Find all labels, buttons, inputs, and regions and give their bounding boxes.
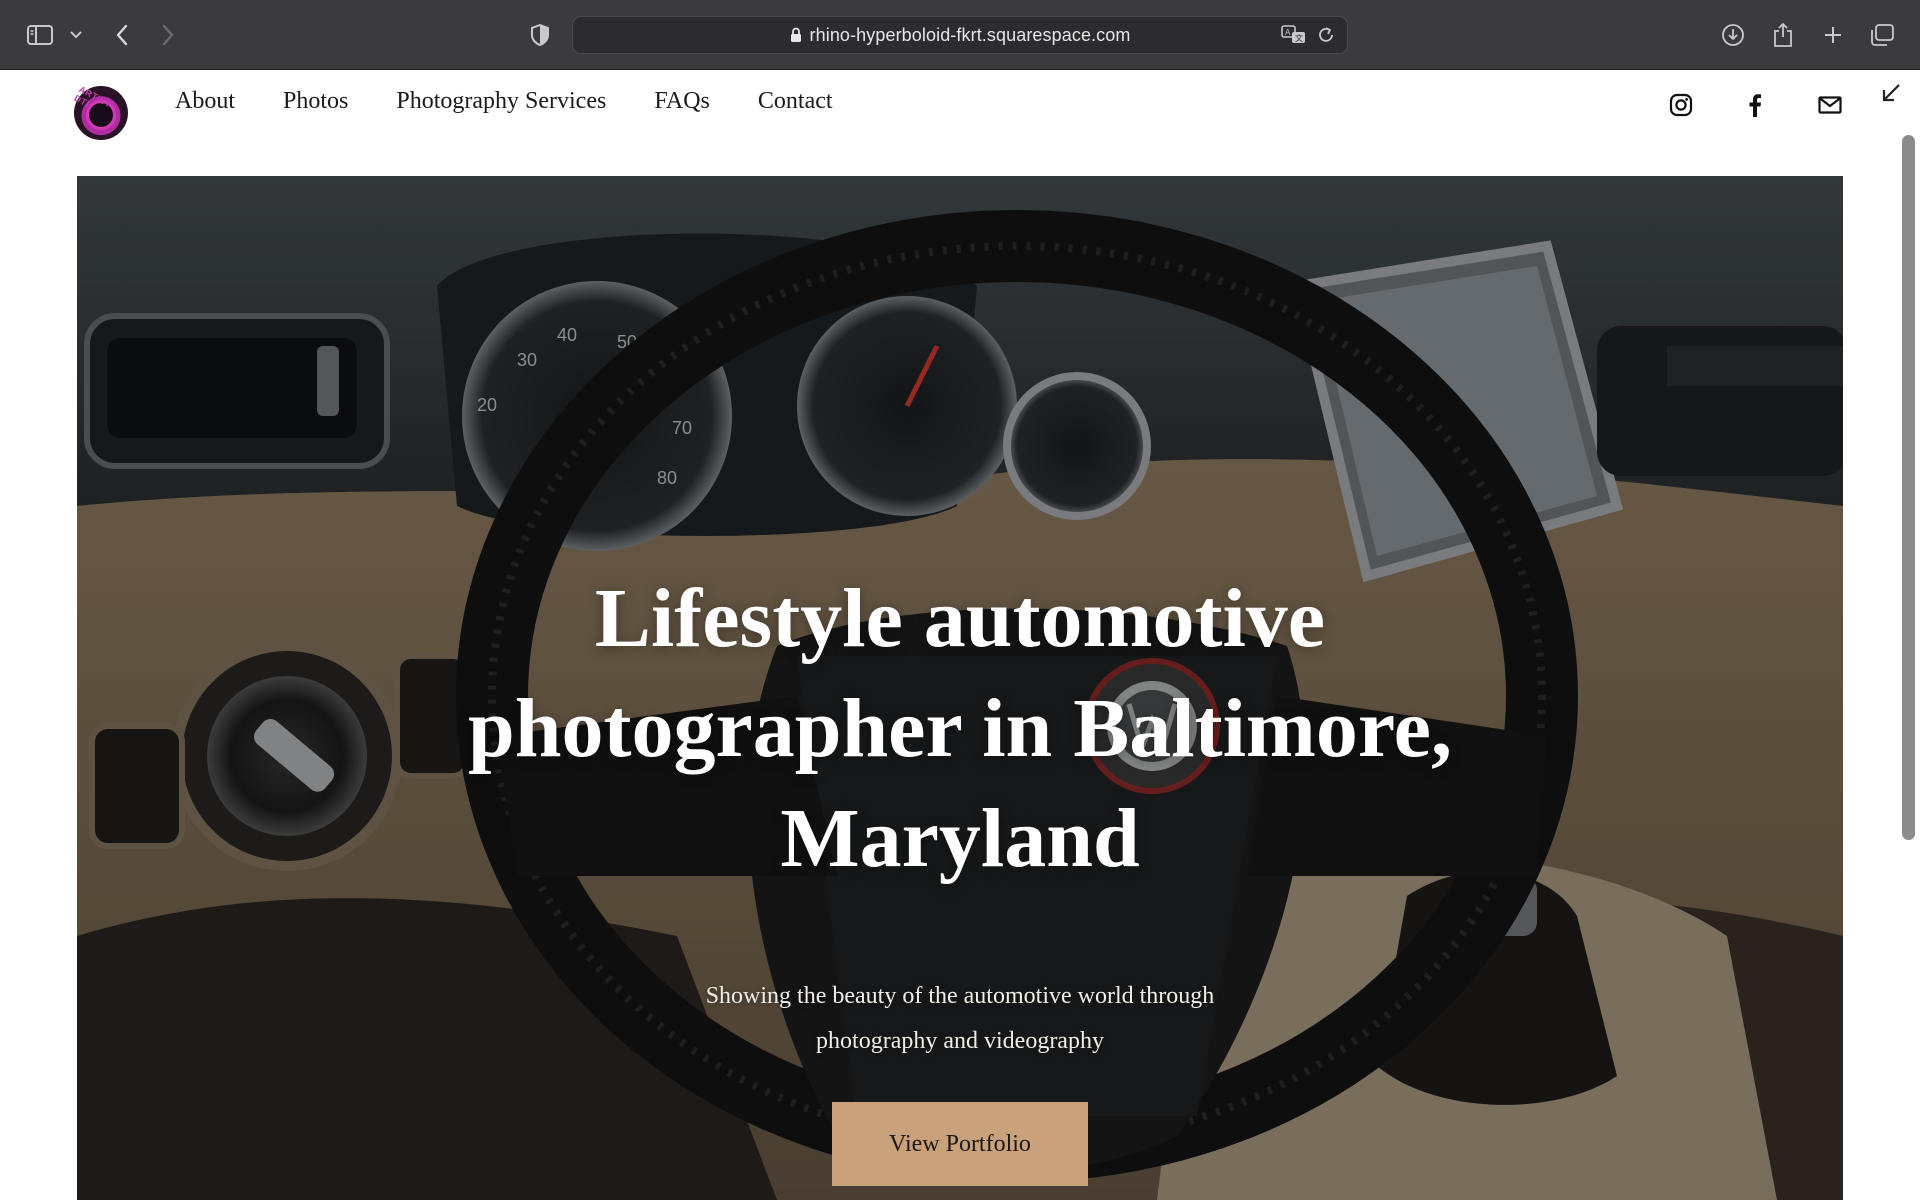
hero-title: Lifestyle automotive photographer in Bal…	[468, 572, 1452, 885]
svg-text:文: 文	[1295, 33, 1303, 43]
tabs-overview-icon[interactable]	[1866, 18, 1898, 52]
browser-toolbar: rhino-hyperboloid-fkrt.squarespace.com A…	[0, 0, 1920, 70]
address-bar[interactable]: rhino-hyperboloid-fkrt.squarespace.com A…	[572, 16, 1348, 54]
svg-text:A: A	[1285, 28, 1291, 37]
nav-contact[interactable]: Contact	[758, 86, 833, 116]
sidebar-icon[interactable]	[24, 18, 56, 52]
facebook-icon[interactable]	[1740, 90, 1770, 120]
reload-icon[interactable]	[1317, 26, 1335, 44]
url-text: rhino-hyperboloid-fkrt.squarespace.com	[809, 24, 1131, 45]
shield-icon[interactable]	[526, 18, 554, 52]
nav-photos[interactable]: Photos	[283, 86, 348, 116]
share-icon[interactable]	[1768, 18, 1798, 52]
lock-icon	[790, 27, 802, 43]
hero-section: 203040 50607080	[77, 176, 1843, 1200]
back-icon[interactable]	[108, 18, 136, 52]
page-scrollbar-thumb[interactable]	[1902, 135, 1915, 840]
forward-icon[interactable]	[154, 18, 182, 52]
site-logo[interactable]: ARTIST DTL	[73, 84, 128, 140]
nav-about[interactable]: About	[175, 86, 235, 116]
chevron-down-icon[interactable]	[66, 18, 86, 52]
new-tab-icon[interactable]	[1818, 18, 1848, 52]
main-nav: About Photos Photography Services FAQs C…	[175, 86, 881, 116]
nav-photography-services[interactable]: Photography Services	[396, 86, 606, 116]
download-icon[interactable]	[1718, 18, 1748, 52]
site-header: ARTIST DTL About Photos Photography Serv…	[0, 70, 1920, 176]
translate-icon[interactable]: A文	[1281, 25, 1307, 45]
nav-faqs[interactable]: FAQs	[654, 86, 710, 116]
instagram-icon[interactable]	[1666, 90, 1696, 120]
view-portfolio-button[interactable]: View Portfolio	[832, 1102, 1088, 1186]
hero-subtitle: Showing the beauty of the automotive wor…	[705, 983, 1215, 1054]
email-icon[interactable]	[1815, 90, 1845, 120]
